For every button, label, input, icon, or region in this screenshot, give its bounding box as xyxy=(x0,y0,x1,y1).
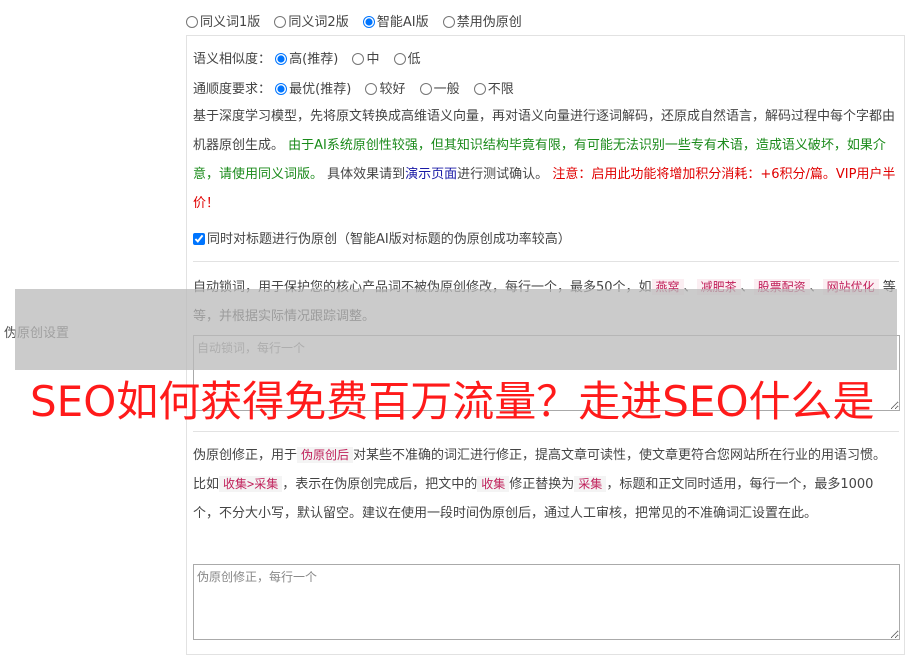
fluency-row: 通顺度要求： 最优(推荐) 较好 一般 不限 xyxy=(193,78,524,97)
fluency-option-any[interactable]: 不限 xyxy=(473,82,514,97)
mode-option-synonym2[interactable]: 同义词2版 xyxy=(274,15,349,30)
similarity-label: 语义相似度： xyxy=(193,52,272,67)
code-tag: 采集 xyxy=(574,476,607,492)
similarity-option-high[interactable]: 高(推荐) xyxy=(275,52,338,67)
mode-radio-synonym2[interactable] xyxy=(274,16,287,28)
fluency-radio-good[interactable] xyxy=(365,83,378,95)
similarity-option-low[interactable]: 低 xyxy=(393,52,421,67)
mode-option-ai[interactable]: 智能AI版 xyxy=(362,15,429,30)
mode-radio-synonym1[interactable] xyxy=(186,16,198,28)
correction-input[interactable] xyxy=(193,564,900,640)
correction-text: 伪原创修正，用于 xyxy=(193,448,298,463)
mode-option-label: 同义词2版 xyxy=(288,15,349,30)
mode-radio-group: 同义词1版 同义词2版 智能AI版 禁用伪原创 xyxy=(186,11,532,30)
option-label: 低 xyxy=(407,52,421,67)
mode-option-disable[interactable]: 禁用伪原创 xyxy=(442,15,522,30)
code-tag: 收集>采集 xyxy=(219,476,283,492)
correction-text: ，表示在伪原创完成后，把文中的 xyxy=(282,477,478,492)
similarity-option-mid[interactable]: 中 xyxy=(352,52,379,67)
mode-option-label: 禁用伪原创 xyxy=(456,15,522,30)
mode-option-synonym1[interactable]: 同义词1版 xyxy=(186,15,260,30)
code-tag: 伪原创后 xyxy=(297,447,354,463)
title-option[interactable]: 同时对标题进行伪原创（智能AI版对标题的伪原创成功率较高） xyxy=(193,232,571,247)
correction-description: 伪原创修正，用于 伪原创后 对某些不准确的词汇进行修正，提高文章可读性，使文章更符合… xyxy=(193,441,899,528)
demo-page-link[interactable]: 演示页面 xyxy=(405,167,457,182)
title-checkbox-label: 同时对标题进行伪原创（智能AI版对标题的伪原创成功率较高） xyxy=(207,232,571,247)
fluency-radio-best[interactable] xyxy=(275,83,288,95)
fluency-label: 通顺度要求： xyxy=(193,82,272,97)
similarity-radio-mid[interactable] xyxy=(352,53,365,65)
ai-description: 基于深度学习模型，先将原文转换成高维语义向量，再对语义向量进行逐词解码，还原成自… xyxy=(193,102,899,218)
option-label: 不限 xyxy=(487,82,514,97)
fluency-radio-any[interactable] xyxy=(473,83,486,95)
overlay-band xyxy=(15,289,897,370)
similarity-row: 语义相似度： 高(推荐) 中 低 xyxy=(193,48,431,67)
mode-option-label: 同义词1版 xyxy=(200,15,261,30)
fluency-option-best[interactable]: 最优(推荐) xyxy=(275,82,351,97)
option-label: 中 xyxy=(366,52,380,67)
title-checkbox[interactable] xyxy=(193,233,205,245)
similarity-radio-high[interactable] xyxy=(275,53,288,65)
option-label: 最优(推荐) xyxy=(289,82,352,97)
mode-radio-disable[interactable] xyxy=(442,16,455,28)
option-label: 一般 xyxy=(433,82,460,97)
mode-option-label: 智能AI版 xyxy=(376,15,429,30)
divider xyxy=(193,431,899,432)
mode-radio-ai[interactable] xyxy=(362,16,375,28)
option-label: 高(推荐) xyxy=(289,52,339,67)
fluency-option-normal[interactable]: 一般 xyxy=(419,82,460,97)
watermark-headline: SEO如何获得免费百万流量？走进SEO什么是 xyxy=(30,377,875,426)
description-text: 进行测试确认。 xyxy=(457,167,549,182)
fluency-radio-normal[interactable] xyxy=(419,83,432,95)
description-text: 具体效果请到 xyxy=(323,167,406,182)
similarity-radio-low[interactable] xyxy=(393,53,406,65)
divider xyxy=(193,261,899,262)
correction-text: 修正替换为 xyxy=(509,477,575,492)
title-option-row: 同时对标题进行伪原创（智能AI版对标题的伪原创成功率较高） xyxy=(193,228,571,247)
fluency-option-good[interactable]: 较好 xyxy=(365,82,405,97)
code-tag: 收集 xyxy=(477,476,510,492)
option-label: 较好 xyxy=(379,82,406,97)
